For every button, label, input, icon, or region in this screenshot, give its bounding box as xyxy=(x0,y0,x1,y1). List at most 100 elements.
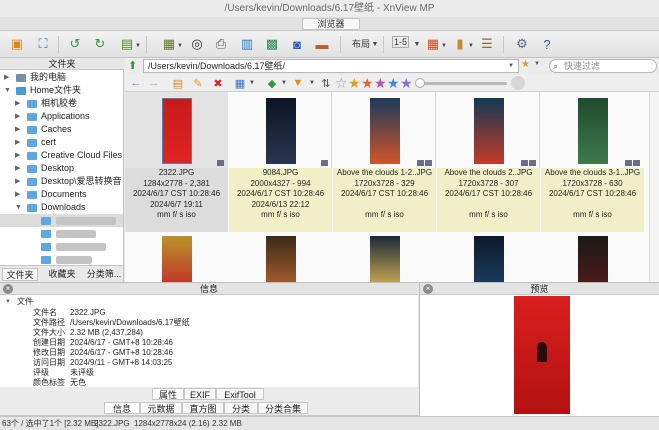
chevron-down-icon[interactable]: ▼ xyxy=(15,201,22,214)
tree-item-subfolder[interactable] xyxy=(0,240,123,253)
rename-icon[interactable]: ✎ xyxy=(191,76,205,90)
rating-star-icon[interactable]: ★ xyxy=(400,75,413,91)
chevron-down-icon[interactable]: ▼ xyxy=(4,84,11,97)
chevron-down-icon[interactable]: ▼ xyxy=(366,35,384,53)
chevron-down-icon[interactable]: ▼ xyxy=(277,76,291,90)
thumbnail-item[interactable] xyxy=(125,236,228,282)
tab-folders[interactable]: 文件夹 xyxy=(2,268,38,281)
thumbnail-item[interactable]: Above the clouds 3-1..JPG 1720x3728 - 63… xyxy=(541,92,644,232)
tab-info[interactable]: 信息 xyxy=(104,402,140,414)
tab-category-sets[interactable]: 分类合集 xyxy=(258,402,308,414)
tab-exif[interactable]: EXIF xyxy=(184,388,216,400)
add-to-icon[interactable]: ▦ ▼ xyxy=(160,35,183,53)
chevron-down-icon[interactable]: ▼ xyxy=(534,61,540,67)
tree-item-subfolder-selected[interactable] xyxy=(0,214,123,227)
rating-star-icon[interactable]: ★ xyxy=(361,75,374,91)
help-icon[interactable]: ? xyxy=(538,35,556,53)
tree-item-folder[interactable]: ▶ Applications xyxy=(0,110,123,123)
rating-star-icon[interactable]: ☆ xyxy=(335,75,348,91)
import-icon[interactable]: ▣ xyxy=(8,35,26,53)
tree-item-folder[interactable]: ▶ 相机胶卷 xyxy=(0,97,123,110)
thumbnail-item[interactable]: Above the clouds 2..JPG 1720x3728 - 307 … xyxy=(437,92,540,232)
filter-list-icon[interactable]: ☰ xyxy=(478,35,496,53)
print-icon[interactable]: ⎙ xyxy=(212,35,230,53)
chevron-down-icon[interactable]: ▼ xyxy=(5,297,11,307)
tab-histogram[interactable]: 直方图 xyxy=(182,402,224,414)
chevron-right-icon[interactable]: ▶ xyxy=(15,97,20,110)
forward-arrow-icon[interactable]: → xyxy=(147,76,161,90)
tree-item-home[interactable]: ▼ Home文件夹 xyxy=(0,84,123,97)
rotate-left-icon[interactable]: ↺ xyxy=(66,35,84,53)
rating-star-icon[interactable]: ★ xyxy=(387,75,400,91)
chevron-right-icon[interactable]: ▶ xyxy=(15,136,20,149)
thumbnail-item[interactable] xyxy=(333,236,436,282)
settings-gear-icon[interactable]: ⚙ xyxy=(513,35,531,53)
quick-filter-input[interactable]: ⌕ 快速过滤 xyxy=(549,59,657,73)
folder-open-icon[interactable]: ▤ ▼ xyxy=(118,35,141,53)
tree-item-downloads[interactable]: ▼ Downloads xyxy=(0,201,123,214)
chevron-right-icon[interactable]: ▶ xyxy=(4,71,9,84)
batch-convert-icon[interactable]: ▥ xyxy=(238,35,256,53)
tree-item-folder[interactable]: ▶ Caches xyxy=(0,123,123,136)
chevron-right-icon[interactable]: ▶ xyxy=(15,162,20,175)
tree-item-subfolder[interactable] xyxy=(0,253,123,265)
tab-browser[interactable]: 浏览器 xyxy=(302,18,360,30)
chevron-right-icon[interactable]: ▶ xyxy=(15,110,20,123)
chevron-right-icon[interactable]: ▶ xyxy=(15,175,20,188)
tree-item-computer[interactable]: ▶ 我的电脑 xyxy=(0,71,123,84)
chevron-down-icon[interactable]: ▼ xyxy=(305,76,319,90)
tab-properties[interactable]: 属性 xyxy=(152,388,184,400)
zoom-circle-icon[interactable] xyxy=(511,76,525,90)
back-arrow-icon[interactable]: ← xyxy=(129,76,143,90)
thumbnail-item[interactable]: 2322.JPG 1284x2778 - 2,381 2024/6/17 CST… xyxy=(125,92,228,232)
chevron-right-icon[interactable]: ▶ xyxy=(15,149,20,162)
chevron-down-icon[interactable]: ▼ xyxy=(508,60,514,72)
rating-star-icon[interactable]: ★ xyxy=(374,75,387,91)
tree-item-folder[interactable]: ▶ Documents xyxy=(0,188,123,201)
info-section-header[interactable]: ▼ 文件 xyxy=(0,297,418,307)
new-folder-icon[interactable]: ▤ xyxy=(171,76,185,90)
tree-item-folder[interactable]: ▶ cert xyxy=(0,136,123,149)
color-grid-icon[interactable]: ▦ ▼ xyxy=(424,35,447,53)
filter-icon[interactable]: ▼ xyxy=(291,76,305,90)
tree-item-folder[interactable]: ▶ Creative Cloud Files xyxy=(0,149,123,162)
go-up-icon[interactable]: ⬆ xyxy=(128,59,137,72)
slideshow-icon[interactable]: ▩ xyxy=(263,35,281,53)
tab-categories[interactable]: 分类 xyxy=(224,402,258,414)
favorite-star-icon[interactable]: ★ xyxy=(521,59,530,70)
delete-icon[interactable]: ✖ xyxy=(211,76,225,90)
info-key: 评级 xyxy=(33,368,49,377)
chevron-right-icon[interactable]: ▶ xyxy=(15,188,20,201)
info-key: 颜色标签 xyxy=(33,378,65,387)
thumbnail-size-slider[interactable] xyxy=(415,78,507,88)
bookmark-icon[interactable]: ▮ ▼ xyxy=(451,35,474,53)
close-icon[interactable]: × xyxy=(423,284,433,294)
close-icon[interactable]: × xyxy=(3,284,13,294)
view-mode-button[interactable]: 1-5 xyxy=(392,36,410,48)
sort-direction-icon[interactable]: ⇅ xyxy=(319,76,333,90)
info-badge-icon xyxy=(521,160,528,166)
tab-metadata[interactable]: 元数据 xyxy=(140,402,182,414)
rating-star-icon[interactable]: ★ xyxy=(348,75,361,91)
screen-capture-icon[interactable]: ▬ xyxy=(313,35,331,53)
path-input[interactable]: /Users/kevin/Downloads/6.17壁纸/ ▼ xyxy=(143,59,519,73)
thumbnail-item[interactable] xyxy=(229,236,332,282)
grid-scrollbar[interactable] xyxy=(649,92,659,282)
thumbnail-item[interactable] xyxy=(541,236,644,282)
binoculars-icon[interactable]: ◎ xyxy=(188,35,206,53)
thumbnail-item[interactable]: Above the clouds 1-2..JPG 1720x3728 - 32… xyxy=(333,92,436,232)
tab-category-filter[interactable]: 分类筛... xyxy=(84,268,124,281)
rotate-right-icon[interactable]: ↻ xyxy=(91,35,109,53)
tree-item-folder[interactable]: ▶ Desktop xyxy=(0,162,123,175)
slider-thumb[interactable] xyxy=(415,78,425,88)
thumbnail-item[interactable]: 9084.JPG 2000x4327 - 994 2024/6/17 CST 1… xyxy=(229,92,332,232)
chevron-down-icon[interactable]: ▼ xyxy=(245,76,259,90)
chevron-right-icon[interactable]: ▶ xyxy=(15,123,20,136)
tab-exiftool[interactable]: ExifTool xyxy=(216,388,264,400)
fullscreen-icon[interactable]: ⛶ xyxy=(34,35,52,53)
camera-icon[interactable]: ◙ xyxy=(288,35,306,53)
tree-item-subfolder[interactable] xyxy=(0,227,123,240)
thumbnail-item[interactable] xyxy=(437,236,540,282)
tab-favorites[interactable]: 收藏夹 xyxy=(42,268,82,281)
tree-item-folder[interactable]: ▶ Desktop\爱思转换音 xyxy=(0,175,123,188)
